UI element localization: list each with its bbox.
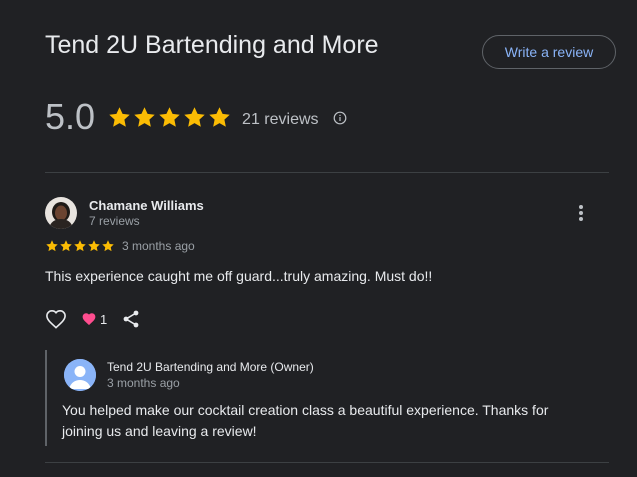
star-icon	[209, 106, 230, 127]
review-stars	[45, 239, 115, 253]
reviewer-name[interactable]: Chamane Williams	[89, 198, 204, 213]
star-icon	[74, 240, 86, 252]
review-count: 21 reviews	[242, 111, 319, 128]
star-icon	[46, 240, 58, 252]
rating-stars	[107, 105, 232, 130]
heart-filled-icon	[82, 313, 96, 326]
star-icon	[109, 106, 130, 127]
reviewer-avatar[interactable]	[45, 197, 77, 229]
star-icon	[60, 240, 72, 252]
star-icon	[102, 240, 114, 252]
business-title: Tend 2U Bartending and More	[45, 31, 379, 59]
owner-avatar[interactable]	[64, 359, 96, 391]
reviewer-review-count: 7 reviews	[89, 214, 140, 228]
reaction-button[interactable]: 1	[81, 312, 107, 327]
owner-reply: Tend 2U Bartending and More (Owner) 3 mo…	[45, 350, 607, 446]
star-icon	[88, 240, 100, 252]
share-icon[interactable]	[121, 309, 141, 329]
write-review-button[interactable]: Write a review	[482, 35, 616, 69]
divider	[45, 462, 609, 463]
review-actions: 1	[45, 309, 141, 329]
owner-reply-date: 3 months ago	[107, 376, 180, 390]
divider	[45, 172, 609, 173]
star-icon	[159, 106, 180, 127]
reviews-page: Tend 2U Bartending and More Write a revi…	[0, 0, 637, 477]
review-meta: 3 months ago	[45, 239, 195, 253]
owner-name: Tend 2U Bartending and More (Owner)	[107, 360, 314, 374]
heart-outline-icon[interactable]	[45, 309, 67, 329]
star-icon	[184, 106, 205, 127]
rating-summary: 5.0 21 reviews	[45, 95, 347, 139]
review-text: This experience caught me off guard...tr…	[45, 268, 433, 284]
star-icon	[134, 106, 155, 127]
info-icon[interactable]	[333, 111, 347, 125]
average-rating: 5.0	[45, 96, 96, 137]
owner-reply-text: You helped make our cocktail creation cl…	[62, 402, 549, 439]
more-vert-icon[interactable]	[572, 203, 590, 223]
review-date: 3 months ago	[122, 239, 195, 253]
reaction-count: 1	[100, 311, 108, 327]
